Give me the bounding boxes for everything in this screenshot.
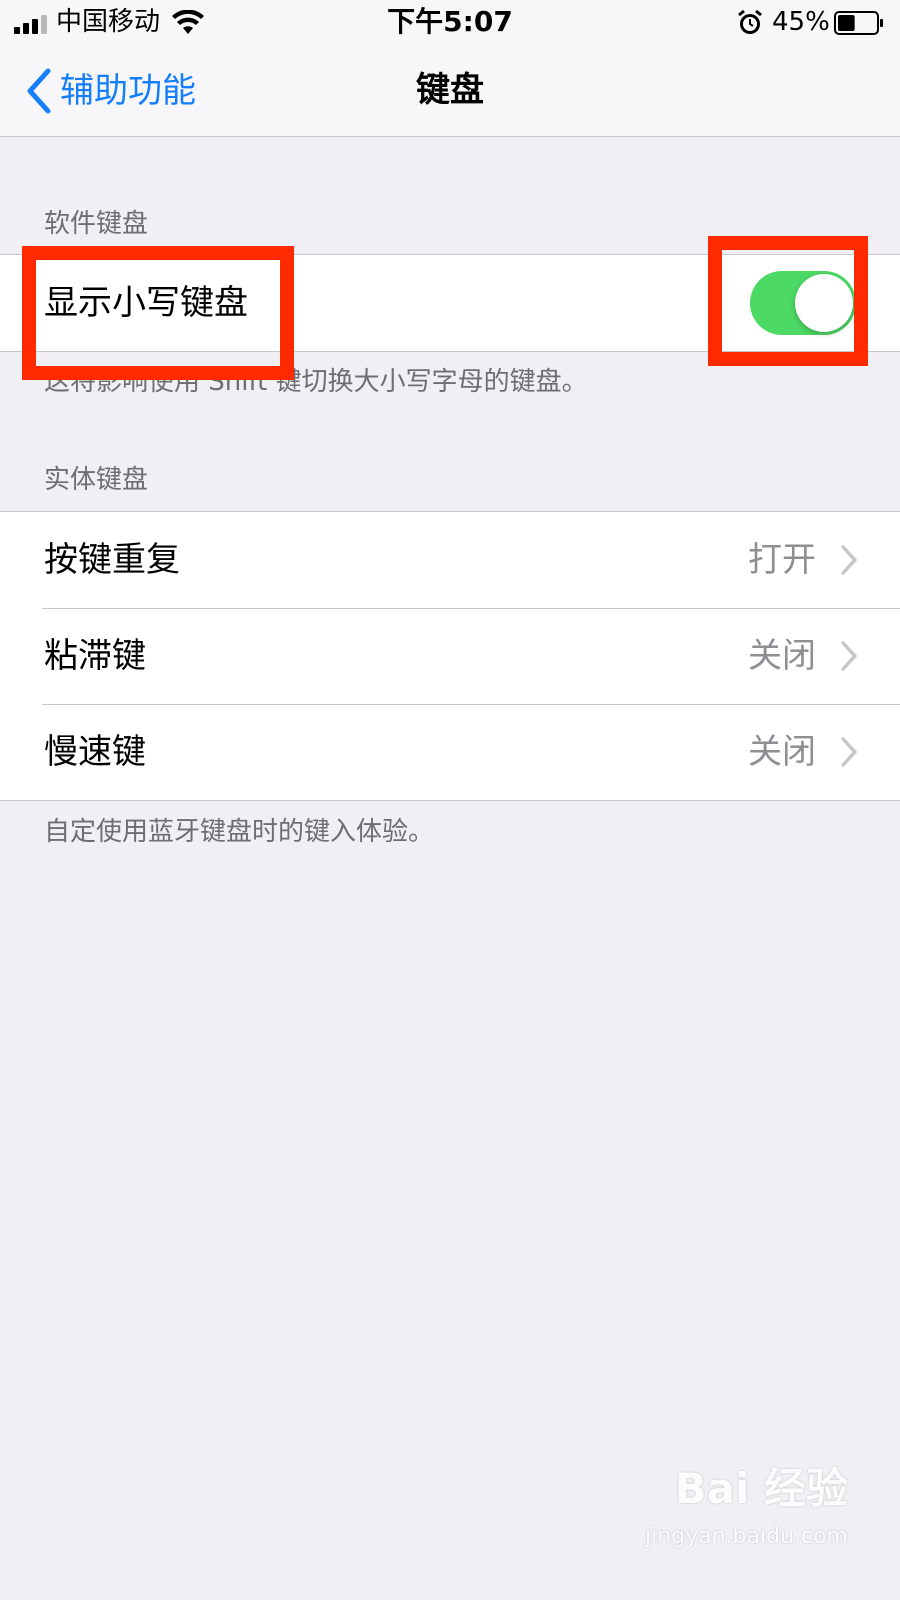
row-value: 关闭 [748, 732, 816, 772]
row-label: 慢速键 [44, 732, 146, 772]
chevron-right-icon [841, 641, 857, 671]
section-header-software-keyboard: 软件键盘 [44, 209, 149, 239]
status-time: 下午5:07 [387, 5, 513, 38]
chevron-right-icon [841, 545, 857, 575]
row-label: 按键重复 [44, 540, 180, 580]
battery-icon [834, 11, 883, 35]
page-title: 键盘 [416, 70, 484, 110]
row-label: 粘滞键 [44, 636, 146, 676]
show-lowercase-keyboard-toggle[interactable] [750, 271, 856, 335]
key-repeat-row[interactable]: 按键重复 打开 [0, 512, 900, 608]
navigation-bar: 辅助功能 键盘 [0, 44, 900, 137]
show-lowercase-keyboard-row[interactable]: 显示小写键盘 [0, 255, 900, 351]
status-bar: 中国移动 下午5:07 45% [0, 0, 900, 44]
watermark-logo: Bai 经验 [674, 1464, 848, 1513]
baidu-jingyan-watermark: Bai 经验 jingyan.baidu.com [618, 1464, 848, 1574]
row-value: 关闭 [748, 636, 816, 676]
alarm-icon [738, 9, 762, 34]
row-label: 显示小写键盘 [44, 283, 248, 323]
sticky-keys-row[interactable]: 粘滞键 关闭 [0, 608, 900, 704]
toggle-knob [795, 274, 853, 332]
chevron-right-icon [841, 737, 857, 767]
section-footer-software-keyboard: 这将影响使用 Shift 键切换大小写字母的键盘。 [44, 367, 588, 397]
row-value: 打开 [748, 540, 816, 580]
section-header-hardware-keyboard: 实体键盘 [44, 465, 149, 495]
section-footer-hardware-keyboard: 自定使用蓝牙键盘时的键入体验。 [44, 817, 435, 847]
watermark-url: jingyan.baidu.com [644, 1524, 848, 1549]
hardware-keyboard-group: 按键重复 打开 粘滞键 关闭 慢速键 关闭 [0, 511, 900, 801]
battery-percent: 45% [772, 7, 830, 37]
software-keyboard-group: 显示小写键盘 [0, 254, 900, 352]
slow-keys-row[interactable]: 慢速键 关闭 [0, 704, 900, 800]
